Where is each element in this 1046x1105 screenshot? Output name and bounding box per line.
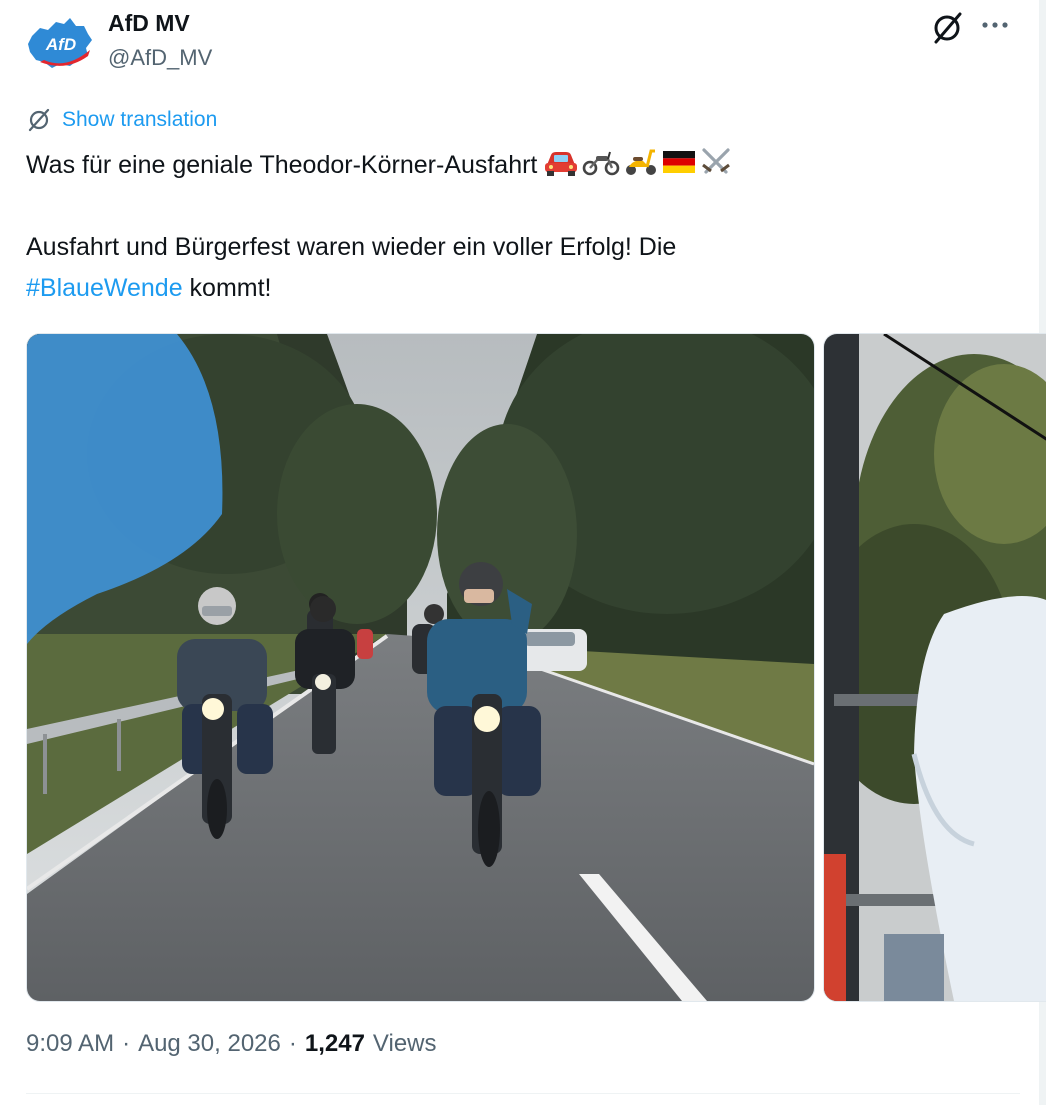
crossed-swords-emoji: [702, 148, 731, 174]
tweet-blank-line: [26, 186, 1006, 227]
grok-small-icon: [28, 108, 50, 132]
tweet-line-3: #BlaueWende kommt!: [26, 268, 1006, 309]
meta-separator: ·: [288, 1030, 297, 1057]
tweet-line-2: Ausfahrt und Bürgerfest waren wieder ein…: [26, 233, 677, 261]
tweet-line-3-end: kommt!: [182, 274, 272, 302]
afd-logo-icon: AfD: [28, 18, 92, 68]
german-flag-emoji: [663, 151, 696, 173]
car-emoji: [545, 152, 578, 176]
grok-icon[interactable]: [928, 10, 966, 46]
scooter-emoji: [626, 149, 657, 175]
avatar-logo-text: AfD: [45, 35, 76, 54]
tweet-text: Was für eine geniale Theodor-Körner-Ausf…: [26, 145, 1006, 309]
motorcycle-emoji: [583, 151, 620, 176]
tweet-time[interactable]: 9:09 AM: [26, 1030, 114, 1058]
photo-person-white-jacket[interactable]: [823, 333, 1046, 1002]
show-translation-label: Show translation: [62, 108, 218, 131]
tweet-line-1: Was für eine geniale Theodor-Körner-Ausf…: [26, 145, 1006, 186]
tweet-date[interactable]: Aug 30, 2026: [138, 1030, 281, 1058]
show-translation-link[interactable]: Show translation: [26, 107, 217, 133]
photo-motorcycle-ride[interactable]: [26, 333, 815, 1002]
author-handle[interactable]: @AfD_MV: [108, 45, 212, 71]
tweet-meta: 9:09 AM · Aug 30, 2026 · 1,247 Views: [26, 1030, 437, 1058]
views-count: 1,247: [304, 1030, 365, 1057]
views-label: Views: [372, 1030, 437, 1057]
hashtag-link[interactable]: #BlaueWende: [26, 274, 183, 302]
divider: [26, 1093, 1020, 1094]
more-horizontal-icon[interactable]: [978, 10, 1012, 40]
tweet-line-1-text: Was für eine geniale Theodor-Körner-Ausf…: [26, 151, 538, 179]
emoji-group: [543, 147, 733, 177]
meta-separator: ·: [122, 1030, 131, 1057]
author-avatar[interactable]: AfD: [26, 14, 96, 70]
author-name[interactable]: AfD MV: [108, 10, 190, 37]
